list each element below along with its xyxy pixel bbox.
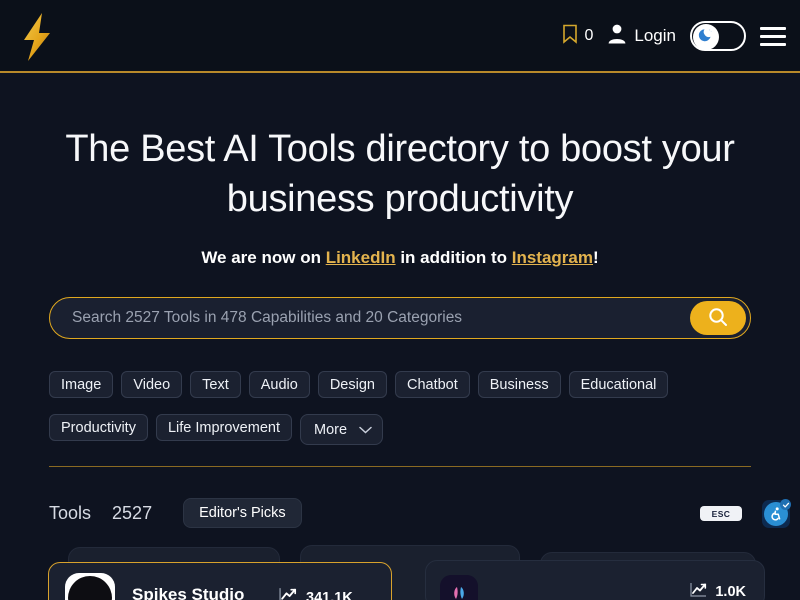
- featured-tool-name: Spikes Studio: [132, 585, 245, 600]
- hamburger-menu-icon[interactable]: [760, 26, 786, 46]
- tools-label: Tools: [49, 502, 92, 523]
- bookmark-icon: [562, 24, 578, 49]
- tools-header-row: Tools 2527 Editor's Picks: [49, 498, 302, 528]
- user-avatar-icon: [607, 23, 627, 49]
- featured-tool-metric-value: 341.1K: [306, 589, 353, 600]
- editors-picks-button[interactable]: Editor's Picks: [183, 498, 302, 528]
- chevron-down-icon: [359, 422, 372, 438]
- filter-chip-life-improvement[interactable]: Life Improvement: [155, 414, 292, 441]
- search-input[interactable]: [50, 298, 690, 338]
- moon-icon: [698, 26, 715, 48]
- bookmarks-button[interactable]: 0: [562, 24, 593, 49]
- theme-toggle[interactable]: [690, 21, 746, 51]
- tool-card-metric: 1.0K: [690, 582, 746, 600]
- login-button[interactable]: Login: [607, 23, 676, 49]
- tools-count: 2527: [112, 502, 153, 523]
- page-root: 0 Login The Best AI Tools directory to b…: [0, 0, 800, 600]
- bookmark-count: 0: [584, 27, 594, 44]
- page-title: The Best AI Tools directory to boost you…: [65, 128, 735, 220]
- hero-subtitle: We are now on LinkedIn in addition to In…: [40, 248, 760, 268]
- hero-subtitle-prefix: We are now on: [201, 248, 326, 267]
- hero-subtitle-middle: in addition to: [395, 248, 512, 267]
- filter-chip-productivity[interactable]: Productivity: [49, 414, 148, 441]
- check-icon: [780, 499, 791, 510]
- hero-subtitle-suffix: !: [593, 248, 599, 267]
- filter-chip-business[interactable]: Business: [477, 371, 561, 398]
- lightning-bolt-icon[interactable]: [14, 9, 60, 65]
- accessibility-widget-button[interactable]: [762, 499, 791, 528]
- theme-toggle-knob: [693, 24, 719, 50]
- accessibility-wheelchair-icon: [764, 499, 791, 526]
- filter-chip-chatbot[interactable]: Chatbot: [394, 371, 470, 398]
- login-label: Login: [634, 26, 676, 45]
- search-button[interactable]: [690, 301, 746, 335]
- header-actions: 0 Login: [562, 0, 786, 72]
- filter-chip-image[interactable]: Image: [49, 371, 114, 398]
- more-filters-dropdown[interactable]: More: [299, 414, 384, 445]
- category-filter-row-2: Productivity Life Improvement More: [49, 414, 384, 445]
- tool-card[interactable]: 1.0K: [425, 560, 765, 600]
- section-divider: [49, 466, 751, 467]
- instagram-link[interactable]: Instagram: [512, 248, 593, 267]
- filter-chip-video[interactable]: Video: [121, 371, 183, 398]
- filter-chip-design[interactable]: Design: [317, 371, 387, 398]
- filter-chip-audio[interactable]: Audio: [248, 371, 310, 398]
- spikes-studio-logo-icon: [65, 573, 115, 600]
- search-bar: [49, 297, 751, 339]
- filter-chip-text[interactable]: Text: [190, 371, 241, 398]
- featured-tool-metric: 341.1K: [279, 587, 353, 600]
- esc-hint-pill[interactable]: ESC: [700, 506, 742, 521]
- app-logo-icon: [440, 575, 478, 600]
- filter-chip-educational[interactable]: Educational: [568, 371, 669, 398]
- site-header: 0 Login: [0, 0, 800, 73]
- trending-up-icon: [690, 582, 707, 600]
- more-filters-label: More: [313, 421, 348, 438]
- linkedin-link[interactable]: LinkedIn: [326, 248, 396, 267]
- tool-card-metric-value: 1.0K: [715, 584, 746, 600]
- trending-up-icon: [279, 587, 297, 600]
- search-icon: [707, 306, 729, 331]
- category-filter-row-1: Image Video Text Audio Design Chatbot Bu…: [49, 371, 669, 398]
- featured-tool-card[interactable]: Spikes Studio 341.1K: [48, 562, 392, 600]
